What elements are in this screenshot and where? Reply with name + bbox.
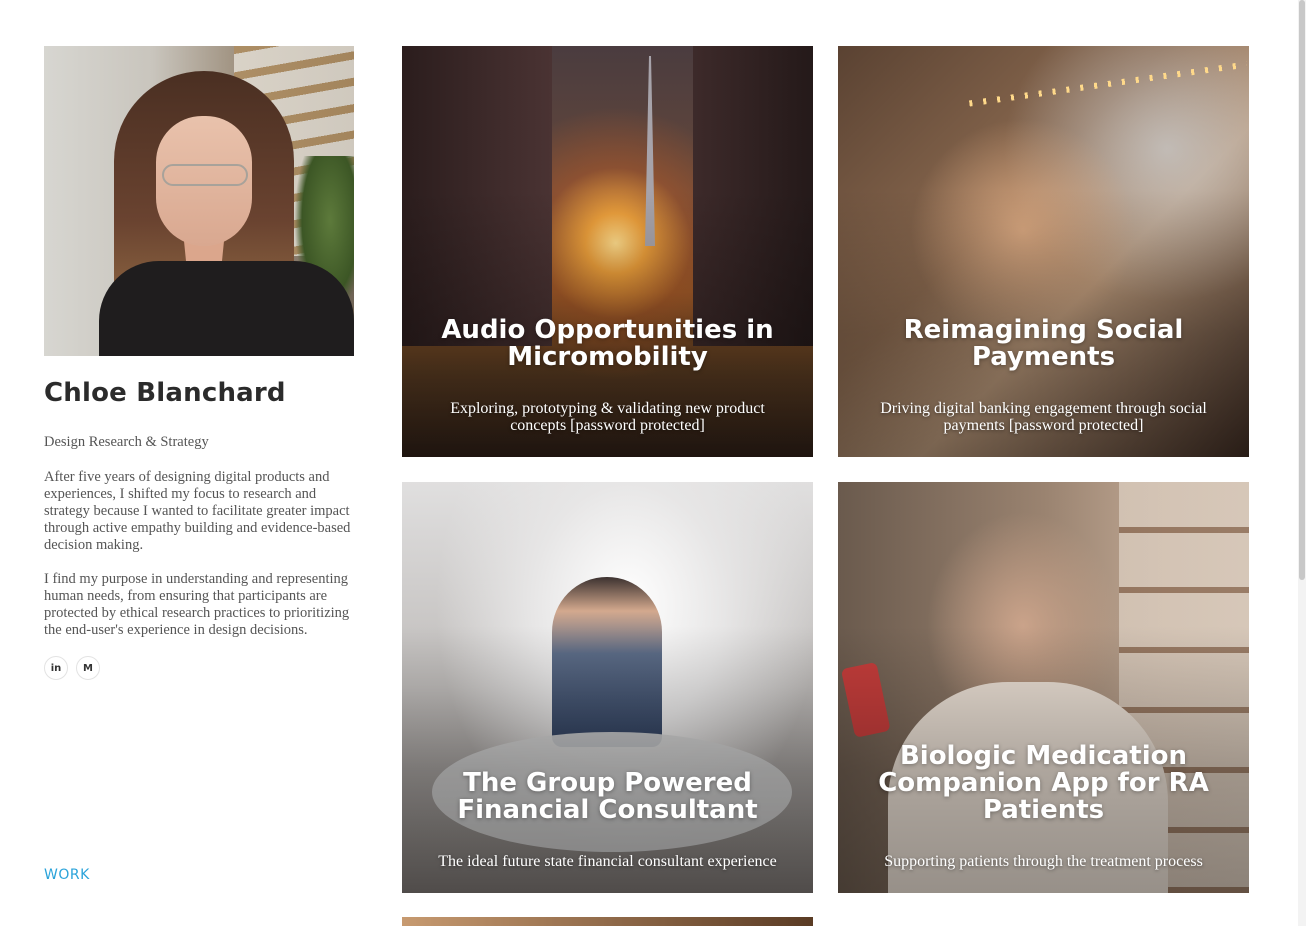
project-card-biologic-medication[interactable]: Biologic Medication Companion App for RA… [838, 482, 1249, 893]
project-subtitle: The ideal future state financial consult… [438, 853, 777, 870]
profile-photo [44, 46, 354, 356]
project-title: The Group Powered Financial Consultant [457, 768, 758, 825]
project-image [402, 917, 813, 926]
project-card-financial-consultant[interactable]: The Group Powered Financial Consultant T… [402, 482, 813, 893]
project-title: Reimagining Social Payments [903, 315, 1184, 372]
project-title: Audio Opportunities in Micromobility [441, 315, 774, 372]
project-subtitle: Exploring, prototyping & validating new … [450, 400, 765, 434]
linkedin-icon[interactable]: in [44, 656, 68, 680]
profile-role: Design Research & Strategy [44, 434, 209, 450]
medium-icon[interactable]: M [76, 656, 100, 680]
page-scrollbar[interactable] [1298, 0, 1306, 926]
project-subtitle: Driving digital banking engagement throu… [880, 400, 1207, 434]
project-card-micromobility[interactable]: Audio Opportunities in Micromobility Exp… [402, 46, 813, 457]
project-card-partial[interactable] [402, 917, 813, 926]
project-subtitle: Supporting patients through the treatmen… [884, 853, 1203, 870]
profile-bio: After five years of designing digital pr… [44, 469, 354, 639]
bio-paragraph: I find my purpose in understanding and r… [44, 571, 350, 638]
scrollbar-thumb[interactable] [1299, 0, 1305, 580]
project-title: Biologic Medication Companion App for RA… [878, 741, 1209, 825]
project-card-social-payments[interactable]: Reimagining Social Payments Driving digi… [838, 46, 1249, 457]
profile-name: Chloe Blanchard [44, 378, 286, 408]
social-links: in M [44, 656, 354, 680]
profile-sidebar: Chloe Blanchard Design Research & Strate… [44, 46, 354, 896]
bio-paragraph: After five years of designing digital pr… [44, 469, 351, 553]
nav-work-link[interactable]: WORK [44, 867, 90, 883]
